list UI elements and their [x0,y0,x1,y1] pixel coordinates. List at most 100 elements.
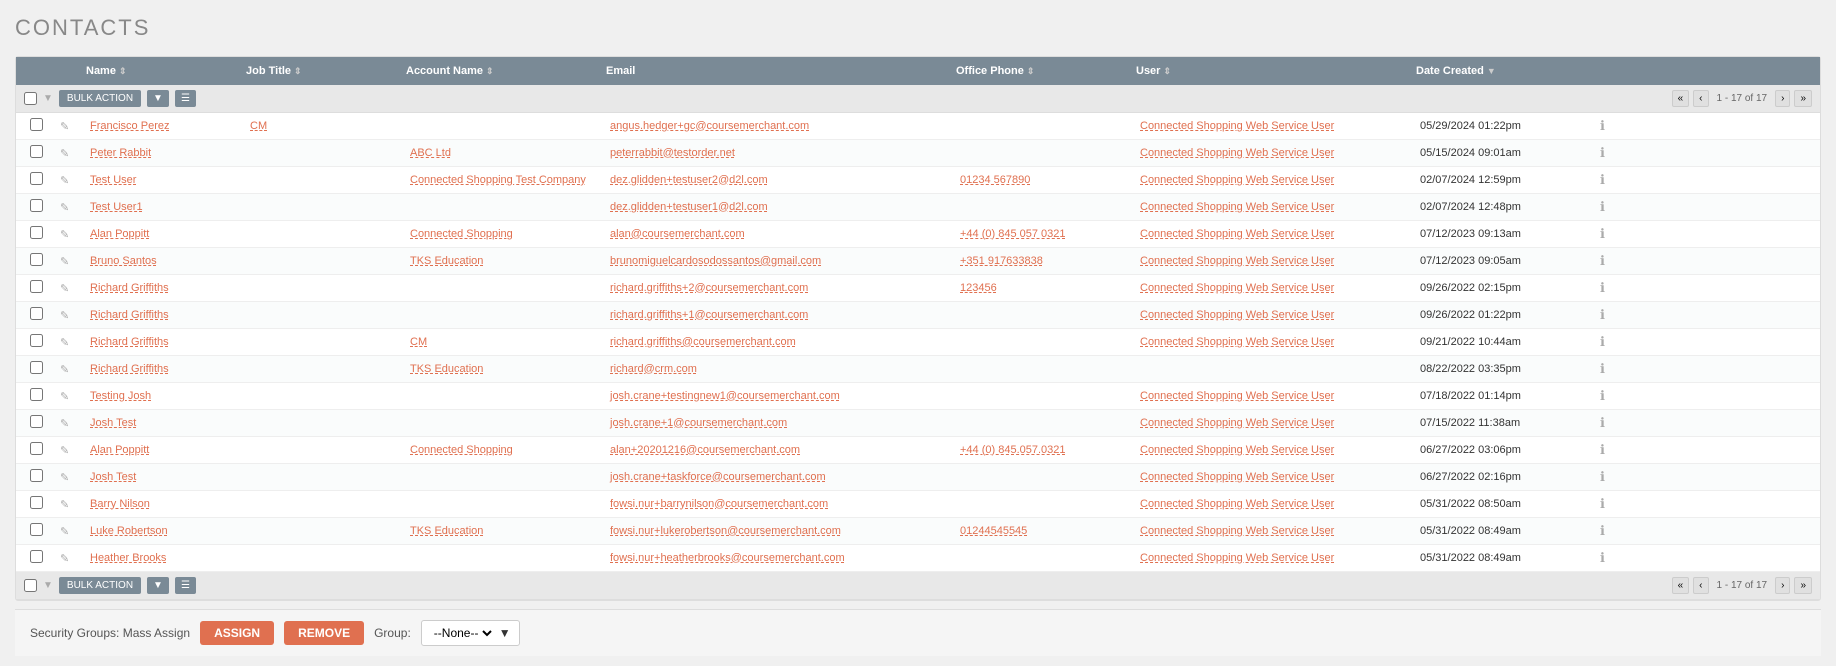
user-link[interactable]: Connected Shopping Web Service User [1140,525,1334,537]
row-account-name[interactable]: Connected Shopping Test Company [406,173,606,187]
last-page-button[interactable]: » [1794,90,1812,107]
bottom-bulk-action-button[interactable]: BULK ACTION [59,577,141,594]
user-link[interactable]: Connected Shopping Web Service User [1140,444,1334,456]
info-icon[interactable]: ℹ [1600,226,1605,241]
email-link[interactable]: richard@crm.com [610,363,697,375]
info-icon[interactable]: ℹ [1600,172,1605,187]
row-name[interactable]: Richard Griffiths [86,362,246,376]
email-link[interactable]: fowsi.nur+lukerobertson@coursemerchant.c… [610,525,841,537]
row-checkbox-cell[interactable] [16,144,56,162]
row-info-cell[interactable]: ℹ [1596,414,1626,432]
user-link[interactable]: Connected Shopping Web Service User [1140,174,1334,186]
phone-link[interactable]: +351 917633838 [960,255,1043,267]
email-link[interactable]: josh.crane+testingnew1@coursemerchant.co… [610,390,840,402]
row-office-phone[interactable]: +44 (0) 845 057 0321 [956,227,1136,241]
row-info-cell[interactable]: ℹ [1596,549,1626,567]
edit-icon[interactable]: ✎ [60,472,69,484]
col-account-sort-icon[interactable]: ⇕ [486,66,494,77]
row-job-title[interactable]: CM [246,119,406,133]
row-email[interactable]: richard.griffiths+1@coursemerchant.com [606,308,956,322]
row-checkbox-cell[interactable] [16,495,56,513]
row-email[interactable]: brunomiguelcardosodossantos@gmail.com [606,254,956,268]
row-checkbox[interactable] [30,334,43,347]
contact-name-link[interactable]: Luke Robertson [90,525,168,537]
column-header-account[interactable]: Account Name ⇕ [406,65,606,77]
email-link[interactable]: alan@coursemerchant.com [610,228,745,240]
row-account-name[interactable]: TKS Education [406,362,606,376]
row-checkbox[interactable] [30,307,43,320]
account-name-link[interactable]: TKS Education [410,255,483,267]
row-name[interactable]: Testing Josh [86,389,246,403]
user-link[interactable]: Connected Shopping Web Service User [1140,336,1334,348]
row-checkbox[interactable] [30,442,43,455]
edit-icon[interactable]: ✎ [60,526,69,538]
phone-link[interactable]: 123456 [960,282,997,294]
user-link[interactable]: Connected Shopping Web Service User [1140,120,1334,132]
row-name[interactable]: Alan Poppitt [86,227,246,241]
row-checkbox[interactable] [30,199,43,212]
row-account-name[interactable]: CM [406,335,606,349]
row-user[interactable]: Connected Shopping Web Service User [1136,551,1416,565]
contact-name-link[interactable]: Alan Poppitt [90,228,149,240]
row-email[interactable]: fowsi.nur+lukerobertson@coursemerchant.c… [606,524,956,538]
email-link[interactable]: dez.glidden+testuser2@d2l.com [610,174,768,186]
row-info-cell[interactable]: ℹ [1596,333,1626,351]
row-name[interactable]: Richard Griffiths [86,335,246,349]
contact-name-link[interactable]: Richard Griffiths [90,363,169,375]
contact-name-link[interactable]: Heather Brooks [90,552,166,564]
contact-name-link[interactable]: Richard Griffiths [90,336,169,348]
email-link[interactable]: josh.crane+1@coursemerchant.com [610,417,787,429]
email-link[interactable]: josh.crane+taskforce@coursemerchant.com [610,471,826,483]
phone-link[interactable]: 01234 567890 [960,174,1030,186]
email-link[interactable]: brunomiguelcardosodossantos@gmail.com [610,255,821,267]
row-edit-cell[interactable]: ✎ [56,119,86,134]
user-link[interactable]: Connected Shopping Web Service User [1140,417,1334,429]
bottom-select-dropdown-icon[interactable]: ▼ [43,580,53,591]
row-office-phone[interactable]: 01244545545 [956,524,1136,538]
first-page-button[interactable]: « [1672,90,1690,107]
row-user[interactable]: Connected Shopping Web Service User [1136,443,1416,457]
account-name-link[interactable]: TKS Education [410,525,483,537]
info-icon[interactable]: ℹ [1600,550,1605,565]
edit-icon[interactable]: ✎ [60,391,69,403]
row-email[interactable]: richard.griffiths@coursemerchant.com [606,335,956,349]
row-checkbox-cell[interactable] [16,306,56,324]
row-email[interactable]: josh.crane+taskforce@coursemerchant.com [606,470,956,484]
edit-icon[interactable]: ✎ [60,175,69,187]
row-user[interactable]: Connected Shopping Web Service User [1136,146,1416,160]
contact-name-link[interactable]: Testing Josh [90,390,151,402]
bottom-next-page-button[interactable]: › [1775,577,1790,594]
row-checkbox-cell[interactable] [16,117,56,135]
info-icon[interactable]: ℹ [1600,361,1605,376]
info-icon[interactable]: ℹ [1600,253,1605,268]
row-info-cell[interactable]: ℹ [1596,171,1626,189]
user-link[interactable]: Connected Shopping Web Service User [1140,309,1334,321]
row-email[interactable]: angus.hedger+gc@coursemerchant.com [606,119,956,133]
row-info-cell[interactable]: ℹ [1596,387,1626,405]
account-name-link[interactable]: CM [410,336,427,348]
row-user[interactable]: Connected Shopping Web Service User [1136,497,1416,511]
email-link[interactable]: alan+20201216@coursemerchant.com [610,444,800,456]
row-account-name[interactable]: TKS Education [406,254,606,268]
row-checkbox[interactable] [30,118,43,131]
contact-name-link[interactable]: Peter Rabbit [90,147,151,159]
info-icon[interactable]: ℹ [1600,334,1605,349]
row-edit-cell[interactable]: ✎ [56,362,86,377]
row-checkbox-cell[interactable] [16,279,56,297]
bottom-prev-page-button[interactable]: ‹ [1693,577,1708,594]
contact-name-link[interactable]: Richard Griffiths [90,282,169,294]
info-icon[interactable]: ℹ [1600,145,1605,160]
info-icon[interactable]: ℹ [1600,118,1605,133]
row-user[interactable]: Connected Shopping Web Service User [1136,227,1416,241]
email-link[interactable]: fowsi.nur+heatherbrooks@coursemerchant.c… [610,552,845,564]
info-icon[interactable]: ℹ [1600,523,1605,538]
email-link[interactable]: richard.griffiths+1@coursemerchant.com [610,309,808,321]
row-name[interactable]: Heather Brooks [86,551,246,565]
info-icon[interactable]: ℹ [1600,415,1605,430]
user-link[interactable]: Connected Shopping Web Service User [1140,471,1334,483]
edit-icon[interactable]: ✎ [60,283,69,295]
row-name[interactable]: Richard Griffiths [86,281,246,295]
row-user[interactable]: Connected Shopping Web Service User [1136,308,1416,322]
row-edit-cell[interactable]: ✎ [56,308,86,323]
select-all-checkbox[interactable] [24,92,37,105]
